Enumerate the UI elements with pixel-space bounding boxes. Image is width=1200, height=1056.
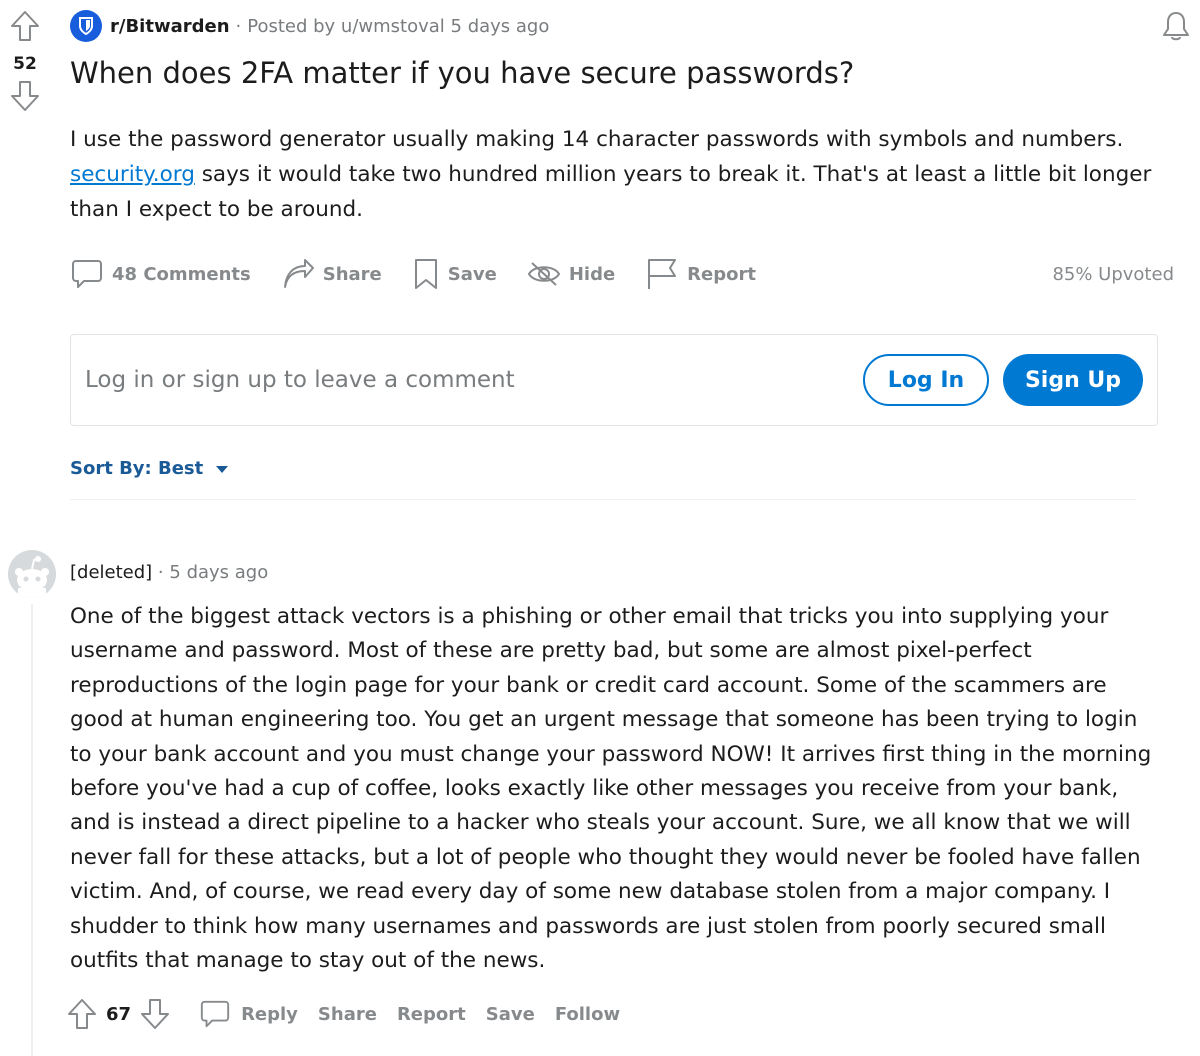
hide-button[interactable]: Hide [527, 259, 615, 289]
post-body: I use the password generator usually mak… [70, 122, 1170, 227]
comment-action-bar: 67 Reply Share Report Save Follow [66, 994, 640, 1034]
bell-icon[interactable] [1160, 10, 1192, 42]
post-body-text-continued: says it would take two hundred million y… [70, 162, 1152, 222]
comment-bubble-icon [72, 260, 102, 288]
bookmark-icon [414, 259, 437, 289]
comment-login-box: Log in or sign up to leave a comment Log… [70, 334, 1158, 426]
upvote-arrow-icon[interactable] [66, 998, 98, 1030]
post-vote-column: 52 [6, 10, 44, 112]
comment-author: [deleted] [70, 562, 153, 583]
meta-separator: · [157, 562, 164, 583]
save-button[interactable]: Save [412, 257, 497, 291]
share-label: Share [322, 263, 382, 285]
reply-label: Reply [241, 1003, 298, 1025]
comment-share-button[interactable]: Share [318, 1004, 377, 1025]
upvote-ratio: 85% Upvoted [1052, 263, 1174, 285]
flag-icon [648, 259, 677, 289]
post-body-link[interactable]: security.org [70, 162, 195, 187]
post-action-bar: 48 Comments Share Save Hide Report 85% U… [70, 252, 1180, 296]
comment-follow-button[interactable]: Follow [555, 1004, 620, 1025]
snoo-avatar-icon[interactable] [8, 550, 56, 598]
report-button[interactable]: Report [645, 257, 756, 291]
comments-button[interactable]: 48 Comments [70, 257, 251, 291]
posted-by: Posted by u/wmstoval 5 days ago [247, 15, 550, 37]
comment-body: One of the biggest attack vectors is a p… [70, 604, 1152, 974]
comment-score: 67 [106, 1003, 132, 1025]
post-title: When does 2FA matter if you have secure … [70, 56, 855, 90]
comment-bubble-icon [200, 1000, 230, 1028]
comment-time: 5 days ago [169, 562, 269, 583]
downvote-arrow-icon[interactable] [9, 80, 41, 112]
share-button[interactable]: Share [281, 257, 382, 291]
post-body-text: I use the password generator usually mak… [70, 127, 1124, 152]
downvote-arrow-icon[interactable] [139, 998, 171, 1030]
hide-label: Hide [568, 263, 616, 285]
reply-button[interactable]: Reply [199, 998, 298, 1030]
login-prompt: Log in or sign up to leave a comment [85, 367, 515, 393]
bitwarden-shield-icon[interactable] [70, 10, 102, 42]
sort-dropdown[interactable]: Sort By: Best [70, 458, 229, 479]
sort-label: Sort By: Best [70, 458, 204, 479]
caret-down-icon [216, 465, 229, 473]
divider [70, 499, 1136, 500]
comments-label: 48 Comments [112, 263, 251, 285]
eye-slash-icon [527, 262, 560, 286]
sign-up-button[interactable]: Sign Up [1003, 354, 1143, 406]
post-meta: r/Bitwarden · Posted by u/wmstoval 5 day… [70, 10, 549, 42]
upvote-arrow-icon[interactable] [9, 10, 41, 42]
meta-separator: · [235, 15, 242, 37]
post-score: 52 [13, 54, 37, 74]
comment-thread-line[interactable] [31, 604, 33, 1056]
save-label: Save [447, 263, 497, 285]
comment-meta: [deleted] · 5 days ago [70, 562, 268, 583]
share-arrow-icon [283, 259, 314, 288]
comment-report-button[interactable]: Report [397, 1004, 466, 1025]
subreddit-link[interactable]: r/Bitwarden [110, 16, 230, 37]
report-label: Report [687, 263, 756, 285]
comment-save-button[interactable]: Save [486, 1004, 535, 1025]
log-in-button[interactable]: Log In [863, 354, 989, 406]
